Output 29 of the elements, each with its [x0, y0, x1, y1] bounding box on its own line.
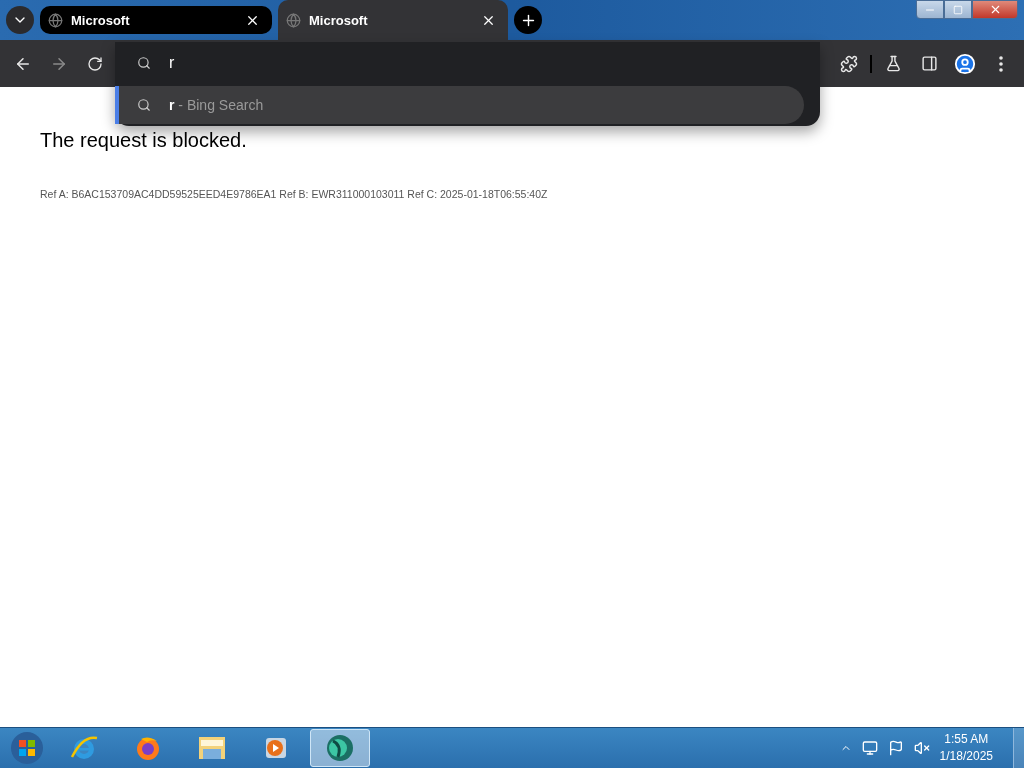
clock[interactable]: 1:55 AM 1/18/2025 [939, 731, 993, 765]
minimize-button[interactable] [916, 0, 944, 19]
flag-icon[interactable] [887, 740, 904, 756]
search-icon [137, 98, 151, 112]
new-tab-button[interactable] [514, 6, 542, 34]
taskbar-app[interactable] [310, 729, 370, 767]
reload-icon [87, 55, 103, 72]
globe-app-icon [324, 733, 356, 763]
tab-list-button[interactable] [6, 6, 34, 34]
search-suggestion[interactable]: r - Bing Search [115, 86, 804, 124]
flask-icon [884, 55, 902, 72]
more-icon [999, 55, 1003, 72]
avatar-icon [954, 52, 976, 75]
reference-text: Ref A: B6AC153709AC4DD59525EED4E9786EA1 Ref B: EWR311000103011 Ref C: 2025-01-18T06:55:40Z [40, 188, 549, 200]
page-heading: The request is blocked. [40, 129, 248, 152]
network-icon[interactable] [861, 740, 878, 756]
globe-icon [286, 12, 301, 28]
side-panel-icon [920, 55, 938, 72]
muted-speaker-icon[interactable] [913, 740, 930, 756]
restore-button[interactable] [944, 0, 972, 19]
windows-logo-icon [9, 730, 45, 766]
restore-icon [953, 4, 963, 15]
browser-tab[interactable]: Microsoft [40, 6, 272, 34]
suggestion-text: r - Bing Search [169, 97, 264, 113]
puzzle-icon [840, 54, 858, 73]
globe-icon [48, 12, 63, 28]
browser-tab[interactable]: Microsoft [278, 0, 508, 40]
search-icon [137, 56, 151, 70]
close-button[interactable] [972, 0, 1018, 19]
